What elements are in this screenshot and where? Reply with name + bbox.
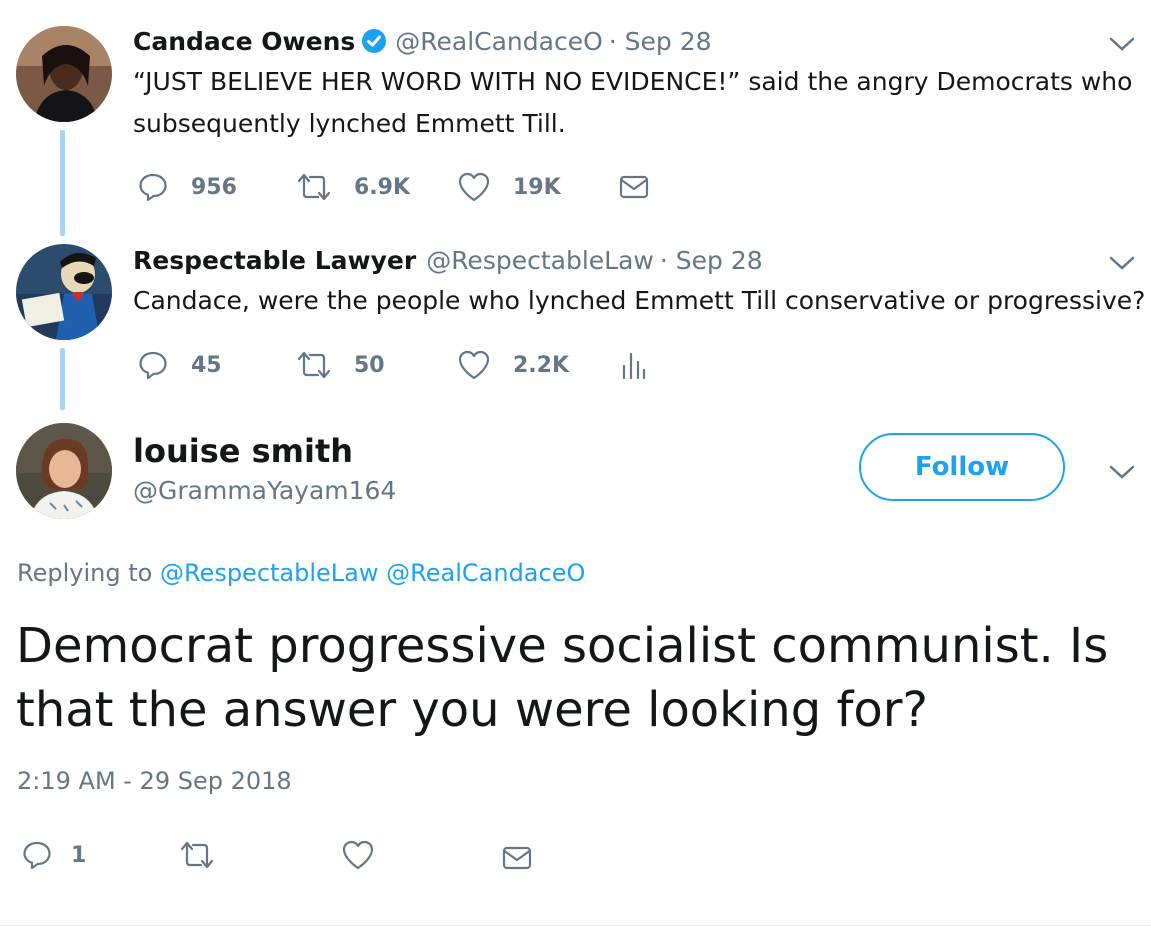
reply-count: 45 — [191, 352, 222, 378]
like-count: 2.2K — [513, 352, 570, 378]
chevron-down-icon[interactable] — [1107, 462, 1137, 482]
reply-count: 1 — [71, 842, 87, 868]
mail-icon — [619, 175, 649, 199]
reply-count: 956 — [191, 174, 237, 200]
chevron-down-icon[interactable] — [1107, 253, 1137, 273]
reply-icon — [23, 841, 51, 870]
reply-icon — [139, 173, 167, 202]
avatar-candace-owens[interactable] — [16, 26, 112, 122]
heart-icon — [458, 172, 490, 202]
tweet-timestamp[interactable]: 2:19 AM - 29 Sep 2018 — [17, 767, 292, 795]
mention-link[interactable]: @RealCandaceO — [386, 559, 585, 587]
tweet-text-line: Candace, were the people who lynched Emm… — [133, 286, 1146, 315]
direct-message-button[interactable] — [619, 167, 649, 207]
author-handle[interactable]: @RespectableLaw — [426, 246, 654, 275]
tweet-text-line: “JUST BELIEVE HER WORD WITH NO EVIDENCE!… — [133, 67, 1133, 96]
thread-line — [60, 348, 65, 410]
chevron-down-icon[interactable] — [1107, 34, 1137, 54]
avatar-louise-smith[interactable] — [16, 423, 112, 519]
retweet-icon — [297, 173, 331, 201]
retweet-icon — [297, 351, 331, 379]
author-name[interactable]: Respectable Lawyer — [133, 246, 416, 275]
tweet-date[interactable]: · Sep 28 — [660, 246, 763, 275]
tweet-text-line: that the answer you were looking for? — [16, 682, 928, 738]
retweet-count: 6.9K — [354, 174, 411, 200]
author-handle[interactable]: @GrammaYayam164 — [133, 476, 396, 505]
thread-line — [60, 130, 65, 236]
divider — [0, 925, 1151, 926]
reply-icon — [139, 351, 167, 380]
tweet-text-line: subsequently lynched Emmett Till. — [133, 109, 566, 138]
like-button[interactable]: 19K — [457, 167, 561, 207]
avatar-respectable-lawyer[interactable] — [16, 244, 112, 340]
heart-icon — [458, 350, 490, 380]
author-name[interactable]: Candace Owens — [133, 27, 355, 56]
follow-button[interactable]: Follow — [859, 433, 1065, 501]
replying-to: Replying to @RespectableLaw @RealCandace… — [17, 559, 585, 587]
retweet-button[interactable]: 50 — [296, 345, 385, 385]
heart-icon — [342, 840, 374, 870]
tweet-text-line: Democrat progressive socialist communist… — [16, 618, 1109, 674]
mail-icon — [502, 846, 532, 870]
verified-badge-icon — [361, 28, 387, 54]
retweet-button[interactable] — [179, 835, 215, 875]
analytics-button[interactable] — [620, 345, 646, 385]
direct-message-button[interactable] — [502, 838, 532, 878]
reply-button[interactable]: 45 — [137, 345, 222, 385]
like-count: 19K — [513, 174, 561, 200]
like-button[interactable] — [341, 835, 375, 875]
reply-button[interactable]: 956 — [137, 167, 237, 207]
author-name[interactable]: louise smith — [133, 430, 353, 472]
reply-button[interactable]: 1 — [21, 835, 86, 875]
author-handle[interactable]: @RealCandaceO — [395, 27, 603, 56]
like-button[interactable]: 2.2K — [457, 345, 569, 385]
retweet-icon — [180, 841, 214, 869]
retweet-button[interactable]: 6.9K — [296, 167, 410, 207]
retweet-count: 50 — [354, 352, 385, 378]
tweet-date[interactable]: · Sep 28 — [609, 27, 712, 56]
analytics-icon — [622, 352, 646, 380]
mention-link[interactable]: @RespectableLaw — [160, 559, 379, 587]
replying-to-label: Replying to — [17, 559, 153, 587]
